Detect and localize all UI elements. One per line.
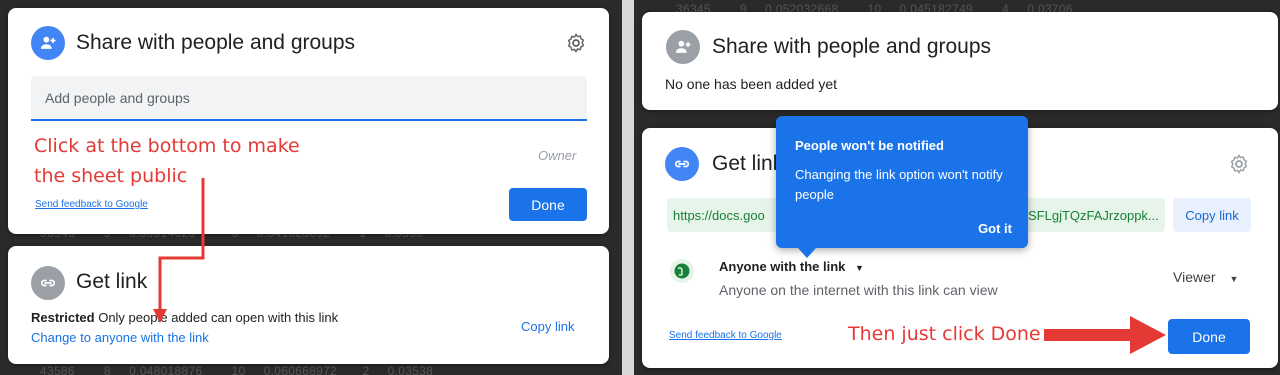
link-icon <box>665 147 699 181</box>
add-person-icon <box>666 30 700 64</box>
access-description: Anyone on the internet with this link ca… <box>719 282 998 298</box>
get-link-title: Get link <box>712 152 784 175</box>
dialog-title: Share with people and groups <box>712 35 992 58</box>
share-dialog: Share with people and groups No one has … <box>642 12 1278 110</box>
access-level: Anyone with the link <box>719 259 846 274</box>
chevron-down-icon: ▼ <box>855 263 864 273</box>
annotation-arrow <box>153 178 205 323</box>
annotation-arrow <box>1044 316 1166 354</box>
send-feedback-link[interactable]: Send feedback to Google <box>669 330 782 341</box>
tooltip-body: Changing the link option won't notify pe… <box>795 167 1003 202</box>
role-dropdown[interactable]: Viewer ▼ <box>1173 269 1238 285</box>
tooltip-pointer <box>798 248 816 258</box>
role-label: Viewer <box>1173 269 1216 285</box>
tooltip-title: People won't be notified <box>795 138 944 153</box>
done-button[interactable]: Done <box>1168 319 1250 354</box>
link-url-field-end[interactable]: SFLgjTQzFAJrzoppk... <box>1022 198 1165 232</box>
annotation-text: Then just click Done <box>848 323 1041 345</box>
globe-icon <box>670 259 694 283</box>
got-it-button[interactable]: Got it <box>978 221 1012 236</box>
access-level-dropdown[interactable]: Anyone with the link ▼ <box>719 259 864 274</box>
left-screenshot-panel: 36348 9 0.00014628 0 0.041528692 1 0.035… <box>0 0 622 375</box>
chevron-down-icon: ▼ <box>1229 274 1239 284</box>
settings-gear-icon[interactable] <box>1228 153 1250 175</box>
right-screenshot-panel: 36345 9 0.052032668 10 0.045182749 4 0.0… <box>634 0 1280 375</box>
notification-tooltip: People won't be notified Changing the li… <box>776 116 1028 258</box>
panel-separator <box>622 0 634 375</box>
no-one-added-text: No one has been added yet <box>665 76 838 92</box>
copy-link-button[interactable]: Copy link <box>1173 198 1251 232</box>
